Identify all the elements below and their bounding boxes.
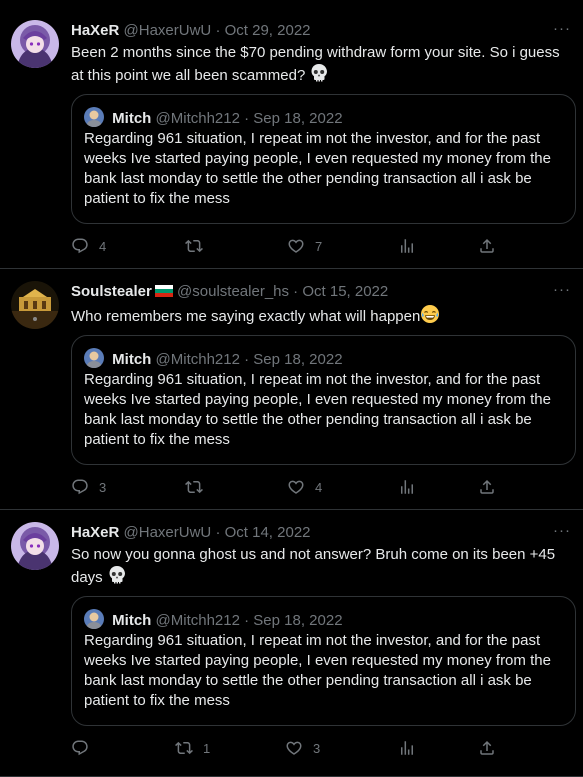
quote-text: Regarding 961 situation, I repeat im not… [84, 371, 551, 448]
author-handle[interactable]: @soulstealer_hs [177, 283, 289, 300]
views-button[interactable] [398, 236, 416, 256]
bulgaria-flag-icon [154, 283, 173, 297]
quote-author-name: Mitch [112, 351, 152, 368]
tweet-text-block: Who remembers me saying exactly what wil… [71, 304, 567, 330]
quote-avatar [84, 107, 104, 127]
share-icon [478, 739, 496, 757]
like-button[interactable]: 3 [285, 738, 320, 758]
reply-icon [71, 739, 89, 757]
reply-button[interactable]: 4 [71, 236, 106, 256]
like-button[interactable]: 4 [287, 477, 322, 497]
action-bar: 4 7 [71, 236, 491, 256]
quote-date: Sep 18, 2022 [253, 351, 343, 368]
author-handle[interactable]: @HaxerUwU [124, 524, 212, 541]
tweet-date[interactable]: Oct 14, 2022 [225, 524, 311, 541]
views-button[interactable] [398, 738, 416, 758]
tears-of-joy-emoji-icon [420, 304, 440, 330]
reply-icon [71, 478, 89, 496]
share-icon [478, 478, 496, 496]
reply-button[interactable] [71, 738, 99, 758]
quote-author-handle: @Mitchh212 [155, 351, 240, 368]
avatar[interactable] [11, 281, 59, 329]
author-name[interactable]: HaXeR [71, 524, 119, 541]
action-bar: 1 3 [71, 738, 491, 758]
quote-text: Regarding 961 situation, I repeat im not… [84, 632, 551, 709]
tweet-text-block: Been 2 months since the $70 pending with… [71, 43, 567, 89]
like-count: 7 [315, 238, 323, 254]
heart-icon [285, 739, 303, 757]
share-icon [478, 237, 496, 255]
share-button[interactable] [478, 477, 496, 497]
views-button[interactable] [398, 477, 416, 497]
heart-icon [287, 237, 305, 255]
tweet[interactable]: HaXeR @HaxerUwU · Oct 14, 2022 ··· So no… [0, 510, 583, 777]
retweet-icon [185, 237, 203, 255]
more-options-button[interactable]: ··· [553, 281, 571, 298]
more-options-button[interactable]: ··· [553, 522, 571, 539]
like-count: 3 [313, 740, 321, 756]
retweet-icon [175, 739, 193, 757]
share-button[interactable] [478, 738, 496, 758]
like-count: 4 [315, 479, 323, 495]
separator-dot: · [215, 22, 221, 39]
tweet-date[interactable]: Oct 29, 2022 [225, 22, 311, 39]
separator-dot: · [244, 612, 250, 629]
share-button[interactable] [478, 236, 496, 256]
quote-date: Sep 18, 2022 [253, 612, 343, 629]
quote-avatar [84, 348, 104, 368]
quoted-tweet[interactable]: Mitch @Mitchh212 · Sep 18, 2022 Regardin… [71, 596, 576, 726]
retweet-count: 1 [203, 740, 211, 756]
quote-author-handle: @Mitchh212 [155, 612, 240, 629]
separator-dot: · [293, 283, 299, 300]
quote-author-handle: @Mitchh212 [155, 110, 240, 127]
quote-author-name: Mitch [112, 110, 152, 127]
like-button[interactable]: 7 [287, 236, 322, 256]
avatar[interactable] [11, 522, 59, 570]
quote-date: Sep 18, 2022 [253, 110, 343, 127]
heart-icon [287, 478, 305, 496]
reply-button[interactable]: 3 [71, 477, 106, 497]
avatar[interactable] [11, 20, 59, 68]
quoted-tweet[interactable]: Mitch @Mitchh212 · Sep 18, 2022 Regardin… [71, 94, 576, 224]
skull-emoji-icon [107, 565, 127, 591]
quote-avatar [84, 609, 104, 629]
bar-chart-icon [398, 739, 416, 757]
retweet-button[interactable]: 1 [175, 738, 210, 758]
tweet-date[interactable]: Oct 15, 2022 [302, 283, 388, 300]
tweet-text: Who remembers me saying exactly what wil… [71, 308, 421, 325]
separator-dot: · [215, 524, 221, 541]
retweet-icon [185, 478, 203, 496]
bar-chart-icon [398, 237, 416, 255]
tweet[interactable]: Soulstealer @soulstealer_hs · Oct 15, 20… [0, 269, 583, 510]
quote-text: Regarding 961 situation, I repeat im not… [84, 130, 551, 207]
reply-icon [71, 237, 89, 255]
separator-dot: · [244, 110, 250, 127]
quote-author-name: Mitch [112, 612, 152, 629]
retweet-button[interactable] [185, 236, 213, 256]
skull-emoji-icon [309, 63, 329, 89]
author-handle[interactable]: @HaxerUwU [124, 22, 212, 39]
tweet-text-block: So now you gonna ghost us and not answer… [71, 545, 567, 591]
bar-chart-icon [398, 478, 416, 496]
tweet-text: So now you gonna ghost us and not answer… [71, 546, 556, 586]
reply-count: 3 [99, 479, 107, 495]
separator-dot: · [244, 351, 250, 368]
author-name[interactable]: HaXeR [71, 22, 119, 39]
more-options-button[interactable]: ··· [553, 20, 571, 37]
tweet[interactable]: HaXeR @HaxerUwU · Oct 29, 2022 ··· Been … [0, 0, 583, 269]
reply-count: 4 [99, 238, 107, 254]
retweet-button[interactable] [185, 477, 213, 497]
quoted-tweet[interactable]: Mitch @Mitchh212 · Sep 18, 2022 Regardin… [71, 335, 576, 465]
action-bar: 3 4 [71, 477, 491, 497]
author-name[interactable]: Soulstealer [71, 283, 152, 300]
